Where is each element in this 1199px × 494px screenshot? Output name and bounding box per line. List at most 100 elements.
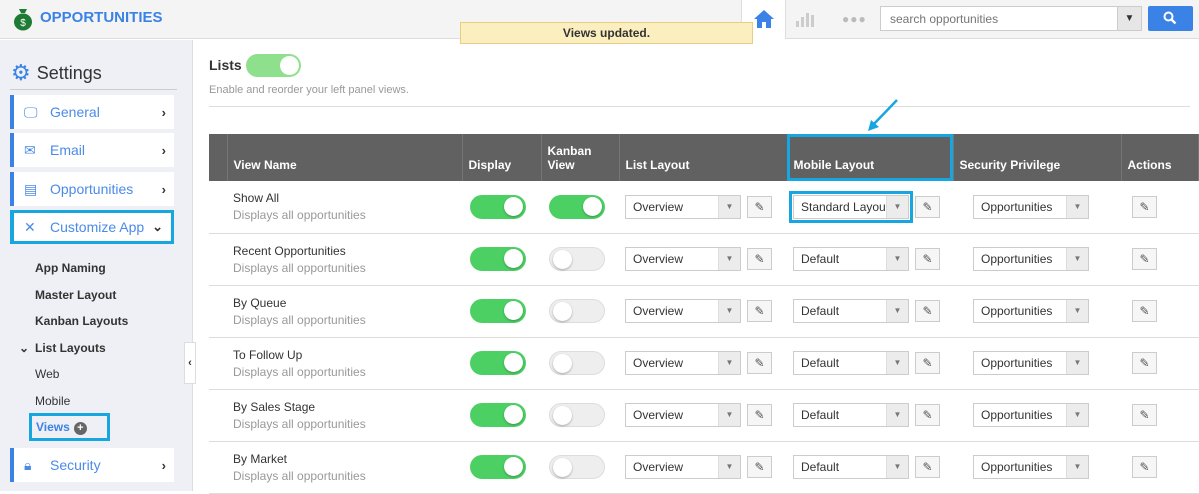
- search-box[interactable]: ▼: [880, 6, 1142, 31]
- table-row[interactable]: To Follow Up Displays all opportunities O…: [209, 337, 1199, 390]
- toast-message: Views updated.: [460, 22, 753, 44]
- search-input[interactable]: [881, 7, 1117, 30]
- edit-button[interactable]: ✎: [1132, 456, 1157, 478]
- kanban-toggle[interactable]: [549, 455, 605, 479]
- label: Customize App: [50, 219, 145, 235]
- table-row[interactable]: Show All Displays all opportunities Overv…: [209, 181, 1199, 234]
- table-row[interactable]: Recent Opportunities Displays all opportu…: [209, 233, 1199, 286]
- sidebar-item-opportunities[interactable]: ▤ Opportunities ›: [10, 172, 174, 206]
- dropdown-arrow-icon: ▼: [886, 456, 908, 478]
- drag-handle[interactable]: [209, 389, 227, 442]
- list-layout-select[interactable]: Overview ▼: [625, 351, 741, 375]
- chevron-right-icon: ›: [161, 457, 166, 473]
- sidebar-item-email[interactable]: ✉ Email ›: [10, 133, 174, 167]
- display-toggle[interactable]: [470, 299, 526, 323]
- edit-button[interactable]: ✎: [915, 195, 940, 218]
- edit-button[interactable]: ✎: [747, 456, 772, 478]
- kanban-toggle[interactable]: [549, 299, 605, 323]
- settings-title: Settings: [36, 62, 102, 83]
- sub-item-mobile[interactable]: Mobile: [35, 394, 70, 408]
- kanban-toggle[interactable]: [549, 403, 605, 427]
- edit-button[interactable]: ✎: [915, 456, 940, 478]
- display-toggle[interactable]: [470, 455, 526, 479]
- dropdown-arrow-icon: ▼: [1066, 404, 1088, 426]
- drag-handle[interactable]: [209, 181, 227, 234]
- col-mobile-layout: Mobile Layout: [787, 134, 954, 181]
- edit-button[interactable]: ✎: [1132, 300, 1157, 322]
- list-layout-select[interactable]: Overview ▼: [625, 194, 741, 219]
- security-privilege-select[interactable]: Opportunities ▼: [973, 403, 1089, 427]
- security-privilege-select[interactable]: Opportunities ▼: [973, 455, 1089, 479]
- security-privilege-select[interactable]: Opportunities ▼: [973, 194, 1089, 219]
- list-layout-select[interactable]: Overview ▼: [625, 455, 741, 479]
- kanban-toggle[interactable]: [549, 194, 605, 219]
- kanban-cell: [541, 233, 619, 286]
- sidebar-item-security[interactable]: 🔒︎ Security ›: [10, 448, 174, 482]
- edit-button[interactable]: ✎: [915, 248, 940, 270]
- edit-button[interactable]: ✎: [1132, 352, 1157, 374]
- selected-value: Overview: [633, 408, 684, 422]
- view-name-cell: By Queue Displays all opportunities: [227, 285, 462, 338]
- mobile-layout-select[interactable]: Default ▼: [793, 351, 909, 375]
- list-layout-select[interactable]: Overview ▼: [625, 247, 741, 271]
- list-layout-select[interactable]: Overview ▼: [625, 403, 741, 427]
- pencil-icon: ✎: [754, 408, 765, 422]
- display-toggle[interactable]: [470, 194, 526, 219]
- mobile-layout-select[interactable]: Standard Layout ▼: [789, 190, 913, 223]
- display-toggle[interactable]: [470, 403, 526, 427]
- sub-item-master-layout[interactable]: Master Layout: [35, 288, 116, 302]
- table-row[interactable]: By Queue Displays all opportunities Overv…: [209, 285, 1199, 338]
- pencil-icon: ✎: [1139, 304, 1150, 318]
- mobile-layout-select[interactable]: Default ▼: [793, 299, 909, 323]
- edit-button[interactable]: ✎: [747, 300, 772, 322]
- security-privilege-select[interactable]: Opportunities ▼: [973, 299, 1089, 323]
- edit-button[interactable]: ✎: [915, 404, 940, 426]
- list-layout-cell: Overview ▼ ✎: [619, 285, 787, 338]
- edit-button[interactable]: ✎: [747, 195, 772, 218]
- mobile-layout-select[interactable]: Default ▼: [793, 455, 909, 479]
- drag-handle[interactable]: [209, 441, 227, 494]
- actions-cell: ✎: [1121, 337, 1199, 390]
- table-row[interactable]: By Market Displays all opportunities Over…: [209, 441, 1199, 494]
- chevron-down-icon[interactable]: ▼: [1117, 7, 1141, 30]
- search-button[interactable]: [1148, 6, 1193, 31]
- sub-item-views[interactable]: Views +: [29, 413, 110, 441]
- security-privilege-select[interactable]: Opportunities ▼: [973, 247, 1089, 271]
- drag-handle[interactable]: [209, 233, 227, 286]
- edit-button[interactable]: ✎: [915, 352, 940, 374]
- drag-handle[interactable]: [209, 285, 227, 338]
- lists-toggle[interactable]: [246, 54, 301, 77]
- display-toggle[interactable]: [470, 351, 526, 375]
- edit-button[interactable]: ✎: [1132, 248, 1157, 270]
- edit-button[interactable]: ✎: [747, 404, 772, 426]
- edit-button[interactable]: ✎: [747, 352, 772, 374]
- sidebar-item-general[interactable]: 🖵 General ›: [10, 95, 174, 129]
- sub-item-web[interactable]: Web: [35, 367, 59, 381]
- edit-button[interactable]: ✎: [747, 248, 772, 270]
- edit-button[interactable]: ✎: [915, 300, 940, 322]
- plus-icon[interactable]: +: [73, 422, 87, 435]
- sidebar-item-customize-app[interactable]: ✕ Customize App ⌄: [10, 210, 174, 244]
- sub-item-app-naming[interactable]: App Naming: [35, 261, 106, 275]
- chart-icon[interactable]: [795, 10, 815, 28]
- kanban-toggle[interactable]: [549, 247, 605, 271]
- edit-button[interactable]: ✎: [1132, 195, 1157, 218]
- sub-item-list-layouts[interactable]: List Layouts: [35, 341, 106, 355]
- views-table: View Name Display Kanban View List Layou…: [209, 134, 1199, 494]
- table-row[interactable]: By Sales Stage Displays all opportunities…: [209, 389, 1199, 442]
- mobile-layout-select[interactable]: Default ▼: [793, 403, 909, 427]
- collapse-sidebar-button[interactable]: ‹: [184, 342, 196, 384]
- more-icon[interactable]: ●●●: [842, 12, 867, 26]
- kanban-toggle[interactable]: [549, 351, 605, 375]
- mobile-layout-cell: Standard Layout ▼ ✎: [787, 181, 953, 234]
- dropdown-arrow-icon: ▼: [886, 300, 908, 322]
- display-cell: [462, 389, 541, 442]
- drag-handle[interactable]: [209, 337, 227, 390]
- display-toggle[interactable]: [470, 247, 526, 271]
- selected-value: Overview: [633, 356, 684, 370]
- security-privilege-select[interactable]: Opportunities ▼: [973, 351, 1089, 375]
- sub-item-kanban-layouts[interactable]: Kanban Layouts: [35, 314, 128, 328]
- mobile-layout-select[interactable]: Default ▼: [793, 247, 909, 271]
- edit-button[interactable]: ✎: [1132, 404, 1157, 426]
- list-layout-select[interactable]: Overview ▼: [625, 299, 741, 323]
